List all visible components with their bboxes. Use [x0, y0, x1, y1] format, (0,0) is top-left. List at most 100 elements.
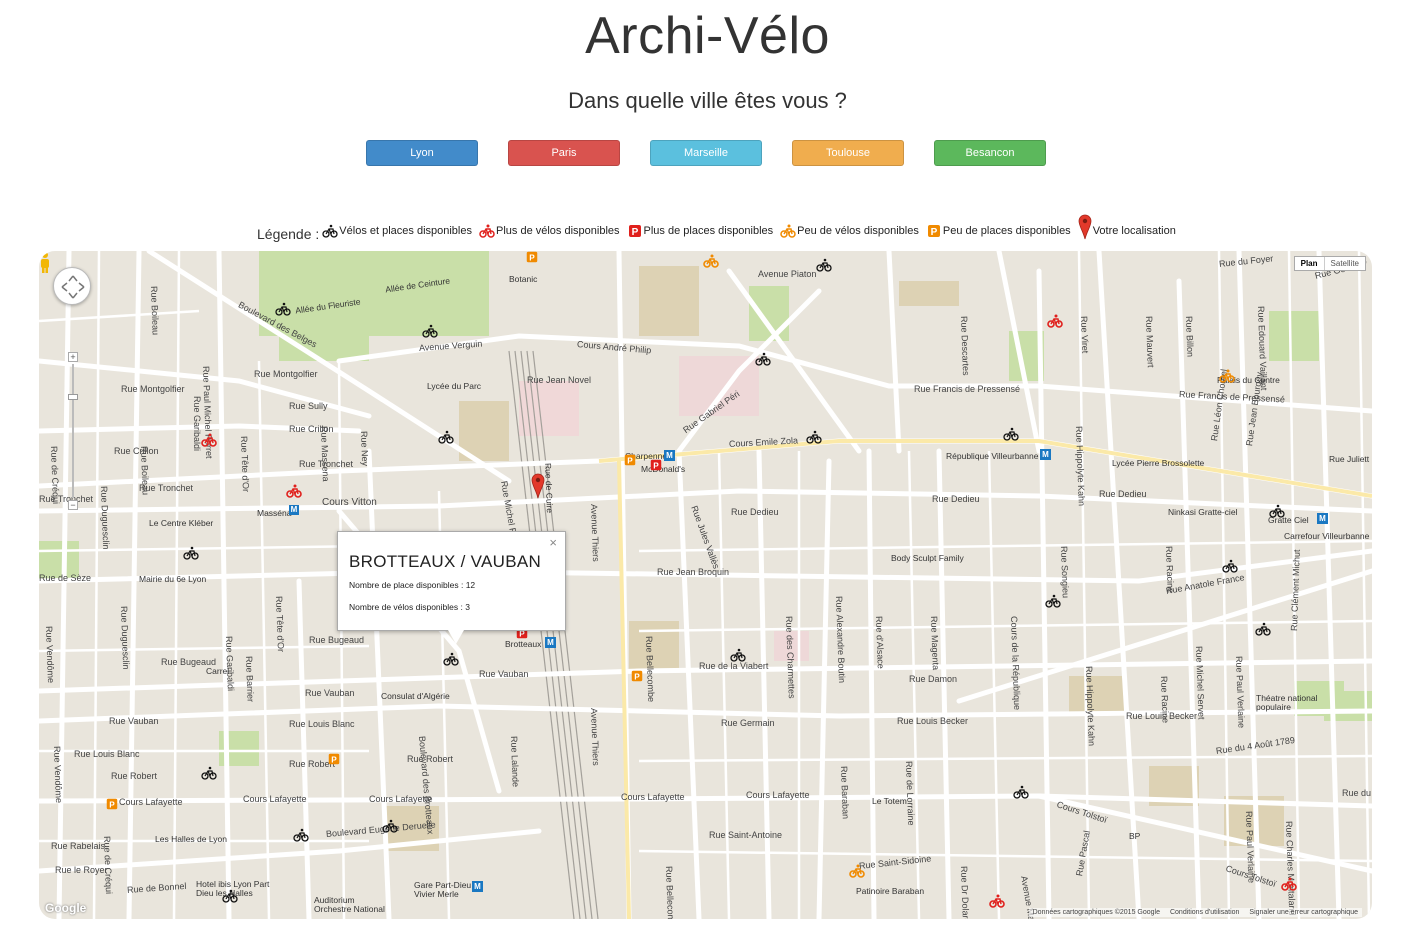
bike-station-marker[interactable] — [1221, 558, 1239, 574]
bike-station-marker[interactable] — [421, 323, 439, 339]
bike-station-marker[interactable] — [805, 429, 823, 445]
street-label: Rue Montgolfier — [254, 369, 318, 379]
map-canvas[interactable]: Boulevard des Belges Avenue Verguin Cour… — [39, 251, 1372, 919]
bike-station-marker[interactable] — [815, 257, 833, 273]
legend-item: Votre localisation — [1078, 214, 1176, 240]
bike-station-marker[interactable] — [1268, 503, 1286, 519]
poi-label: Les Halles de Lyon — [155, 834, 227, 844]
city-button-besancon[interactable]: Besancon — [934, 140, 1046, 166]
poi-label: Body Sculpt Family — [891, 553, 964, 563]
legend-item-text: Plus de places disponibles — [643, 225, 774, 237]
poi-label: Théatre national populaire — [1256, 693, 1318, 712]
parking-station-marker[interactable]: P — [624, 454, 636, 466]
bike-station-marker[interactable] — [200, 765, 218, 781]
bike-station-marker[interactable] — [200, 432, 218, 448]
city-button-marseille[interactable]: Marseille — [650, 140, 762, 166]
street-label: Rue Crillon — [114, 446, 159, 456]
poi-label: Gare Part-Dieu - Vivier Merle — [414, 880, 477, 899]
street-label: Avenue Piaton — [758, 269, 817, 279]
popup-places-text: Nombre de place disponibles : 12 — [349, 580, 476, 590]
poi-label: McDonald's — [641, 464, 686, 474]
legend-item-text: Votre localisation — [1092, 225, 1176, 237]
bike-station-marker[interactable] — [1046, 313, 1064, 329]
bike-station-marker[interactable] — [221, 888, 239, 904]
station-info-popup: × BROTTEAUX / VAUBAN Nombre de place dis… — [337, 531, 566, 644]
street-label: Rue du N — [1342, 788, 1372, 798]
street-label: Rue Lalande — [509, 735, 521, 788]
popup-velos-text: Nombre de vélos disponibles : 3 — [349, 602, 470, 612]
bike-station-marker[interactable] — [1012, 784, 1030, 800]
city-button-toulouse[interactable]: Toulouse — [792, 140, 904, 166]
map-data-credit: Données cartographiques ©2015 Google — [1032, 909, 1160, 916]
bike-station-marker[interactable] — [1280, 876, 1298, 892]
user-location-pin[interactable] — [530, 473, 546, 499]
svg-text:P: P — [931, 227, 938, 238]
metro-icon: M — [545, 637, 556, 648]
street-label: Rue Louis Becker — [897, 716, 969, 726]
bike-station-marker[interactable] — [848, 863, 866, 879]
pan-arrows-icon — [61, 275, 85, 299]
parking-orange-icon: P — [927, 225, 940, 238]
bike-station-marker[interactable] — [437, 429, 455, 445]
street-label: Rue Rabelais — [51, 841, 106, 851]
map-pan-control[interactable] — [53, 267, 91, 305]
page-subtitle: Dans quelle ville êtes vous ? — [568, 88, 847, 113]
page-title: Archi-Vélo — [585, 7, 830, 65]
report-error-link[interactable]: Signaler une erreur cartographique — [1249, 909, 1358, 916]
street-label: Rue le Royer — [55, 865, 108, 875]
street-view-pegman-icon[interactable] — [39, 251, 51, 273]
bike-black-icon — [322, 224, 338, 238]
poi-label: Ninkasi Gratte-ciel — [1168, 507, 1238, 517]
parking-station-marker[interactable]: P — [526, 251, 538, 263]
bike-station-marker[interactable] — [1218, 368, 1236, 384]
bike-station-marker[interactable] — [292, 827, 310, 843]
terms-link[interactable]: Conditions d'utilisation — [1170, 909, 1239, 916]
close-icon[interactable]: × — [549, 535, 557, 550]
street-label: Rue Massena — [319, 425, 331, 482]
bike-station-marker[interactable] — [988, 893, 1006, 909]
street-label: Rue Barrier — [244, 655, 256, 703]
bike-station-marker[interactable] — [1044, 593, 1062, 609]
street-label: Rue Racine — [1164, 545, 1176, 594]
street-label: Rue de Créqui — [49, 445, 62, 505]
bike-station-marker[interactable] — [1254, 621, 1272, 637]
zoom-in-button[interactable]: + — [68, 352, 78, 362]
street-label: Rue Billon — [1184, 315, 1196, 358]
bike-station-marker[interactable] — [754, 351, 772, 367]
street-label: Rue Dedieu — [1099, 489, 1147, 499]
legend-item: Peu de vélos disponibles — [780, 223, 919, 239]
parking-station-marker[interactable]: P — [631, 670, 643, 682]
poi-label: Consulat d'Algérie — [381, 691, 450, 701]
bike-station-marker[interactable] — [381, 818, 399, 834]
city-button-lyon[interactable]: Lyon — [366, 140, 478, 166]
map-type-plan-button[interactable]: Plan — [1295, 257, 1325, 270]
popup-pointer — [448, 630, 464, 644]
bike-station-marker[interactable] — [274, 301, 292, 317]
parking-station-marker[interactable]: P — [328, 753, 340, 765]
bike-station-marker[interactable] — [729, 647, 747, 663]
zoom-handle[interactable] — [68, 394, 78, 400]
svg-text:P: P — [631, 227, 638, 238]
map-type-satellite-button[interactable]: Satellite — [1325, 257, 1365, 270]
bike-station-marker[interactable] — [182, 545, 200, 561]
map-zoom-slider[interactable]: + − — [68, 352, 78, 510]
metro-icon: M — [664, 450, 675, 461]
legend-item: P Plus de places disponibles — [627, 223, 774, 239]
street-label: Cours Lafayette — [621, 792, 685, 802]
bike-station-marker[interactable] — [285, 483, 303, 499]
zoom-out-button[interactable]: − — [68, 500, 78, 510]
bike-station-marker[interactable] — [1002, 426, 1020, 442]
svg-text:P: P — [653, 461, 659, 470]
bike-station-marker[interactable] — [702, 253, 720, 269]
street-label: Rue Magenta — [929, 615, 941, 671]
parking-station-marker[interactable]: P — [650, 459, 662, 471]
street-label: Rue Dr Dolard — [959, 865, 972, 919]
parking-station-marker[interactable]: P — [106, 798, 118, 810]
street-label: Cours Lafayette — [119, 797, 183, 807]
bike-station-marker[interactable] — [442, 651, 460, 667]
city-button-paris[interactable]: Paris — [508, 140, 620, 166]
poi-label: République Villeurbanne — [946, 451, 1039, 461]
svg-text:P: P — [627, 456, 633, 465]
parking-red-icon: P — [628, 225, 641, 238]
legend-item: P Peu de places disponibles — [926, 223, 1071, 239]
